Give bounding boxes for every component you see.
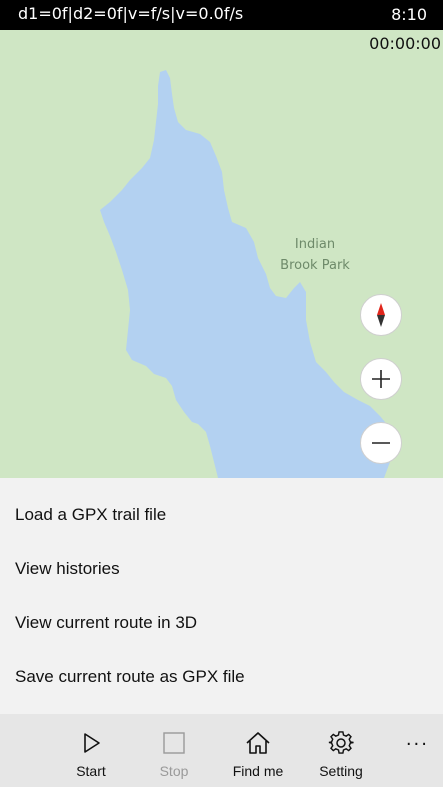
minus-icon [372, 442, 390, 444]
menu-item-view-histories[interactable]: View histories [0, 542, 443, 596]
menu-item-load-gpx[interactable]: Load a GPX trail file [0, 488, 443, 542]
plus-icon [372, 370, 390, 388]
app-bar: Start Stop Find me Setting ··· [0, 714, 443, 787]
start-button[interactable]: Start [51, 714, 131, 787]
setting-label: Setting [319, 763, 363, 779]
zoom-out-button[interactable] [360, 422, 402, 464]
find-me-label: Find me [232, 763, 284, 779]
menu-item-view-3d[interactable]: View current route in 3D [0, 596, 443, 650]
gear-icon [328, 731, 354, 754]
park-label: Indian Brook Park [272, 234, 358, 276]
elapsed-timer: 00:00:00 [369, 34, 441, 53]
compass-button[interactable] [360, 294, 402, 336]
lake-water [100, 70, 394, 478]
zoom-in-button[interactable] [360, 358, 402, 400]
start-label: Start [76, 763, 106, 779]
play-icon [84, 733, 100, 753]
action-menu: Load a GPX trail file View histories Vie… [0, 478, 443, 714]
stop-label: Stop [159, 763, 189, 779]
setting-button[interactable]: Setting [301, 714, 381, 787]
more-button[interactable]: ··· [406, 734, 429, 755]
status-readout: d1=0f|d2=0f|v=f/s|v=0.0f/s [18, 4, 244, 23]
home-icon [246, 732, 270, 754]
status-time: 8:10 [391, 5, 427, 24]
map-view[interactable]: 00:00:00 Indian Brook Park [0, 30, 443, 478]
menu-item-save-gpx[interactable]: Save current route as GPX file [0, 650, 443, 704]
stop-button[interactable]: Stop [134, 714, 214, 787]
park-label-line1: Indian [294, 237, 336, 252]
status-bar: d1=0f|d2=0f|v=f/s|v=0.0f/s 8:10 [0, 0, 443, 30]
compass-icon [377, 303, 385, 327]
find-me-button[interactable]: Find me [218, 714, 298, 787]
park-label-line2: Brook Park [280, 258, 350, 273]
stop-icon [163, 732, 185, 754]
